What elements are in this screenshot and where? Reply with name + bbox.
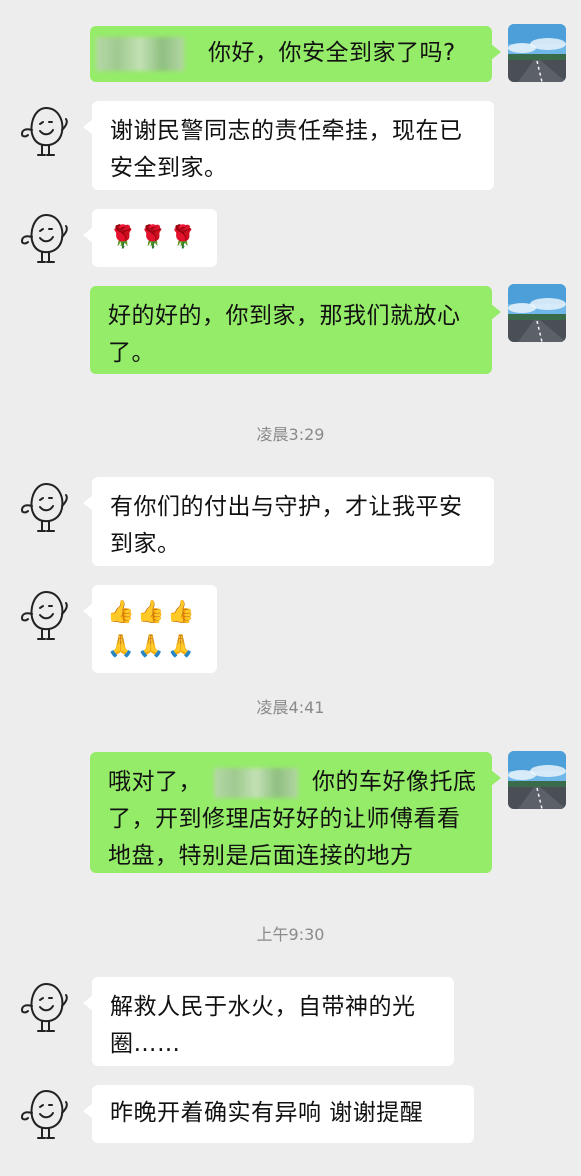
doodle-egg-avatar-icon [16, 207, 76, 267]
user-avatar[interactable] [508, 751, 566, 809]
user-avatar[interactable] [508, 24, 566, 82]
doodle-egg-avatar-icon [16, 1083, 76, 1143]
message-text-line: 圈…… [110, 1031, 181, 1057]
message-bubble-incoming[interactable]: 有你们的付出与守护，才让我平安 到家。 [83, 477, 494, 566]
road-landscape-avatar-icon [508, 751, 566, 809]
message-bubble-incoming[interactable]: 谢谢民警同志的责任牵挂，现在已 安全到家。 [83, 101, 494, 190]
contact-avatar[interactable] [16, 100, 76, 160]
message-text-line: 地盘，特别是后面连接的地方 [108, 843, 414, 869]
message-bubble-incoming[interactable]: 昨晚开着确实有异响 谢谢提醒 [83, 1085, 474, 1143]
blurred-name [214, 767, 298, 798]
folded-hands-emoji: 🙏 [137, 634, 165, 659]
blurred-name [96, 36, 184, 71]
folded-hands-emoji: 🙏 [107, 634, 135, 659]
message-bubble-outgoing[interactable]: 好的好的，你到家，那我们就放心 了。 [90, 286, 501, 374]
thumbs-up-emoji: 👍 [107, 600, 135, 625]
message-text-line: 到家。 [110, 531, 181, 557]
folded-hands-emoji: 🙏 [167, 634, 195, 659]
message-text: 你的车好像托底 [312, 769, 477, 795]
contact-avatar[interactable] [16, 1083, 76, 1143]
contact-avatar[interactable] [16, 976, 76, 1036]
thumbs-up-emoji: 👍 [167, 600, 195, 625]
message-text: 昨晚开着确实有异响 谢谢提醒 [110, 1100, 424, 1126]
message-bubble-incoming[interactable]: 解救人民于水火，自带神的光 圈…… [83, 977, 454, 1066]
message-bubble-outgoing[interactable]: 你好，你安全到家了吗? [90, 26, 501, 82]
message-text-line: 好的好的，你到家，那我们就放心 [108, 303, 461, 329]
doodle-egg-avatar-icon [16, 476, 76, 536]
message-text: 哦对了， [108, 769, 202, 795]
rose-emoji: 🌹 [109, 225, 137, 250]
timestamp: 凌晨3:29 [256, 425, 325, 444]
message-text-line: 谢谢民警同志的责任牵挂，现在已 [110, 118, 463, 144]
thumbs-up-emoji: 👍 [137, 600, 165, 625]
road-landscape-avatar-icon [508, 24, 566, 82]
message-text-line: 安全到家。 [110, 155, 228, 181]
doodle-egg-avatar-icon [16, 584, 76, 644]
rose-emoji: 🌹 [169, 225, 197, 250]
timestamp: 上午9:30 [256, 925, 325, 944]
message-text-line: 了。 [108, 340, 155, 366]
contact-avatar[interactable] [16, 476, 76, 536]
message-text: 你好，你安全到家了吗? [208, 40, 456, 66]
contact-avatar[interactable] [16, 207, 76, 267]
message-text-line: 有你们的付出与守护，才让我平安 [110, 494, 463, 520]
rose-emoji: 🌹 [139, 225, 167, 250]
doodle-egg-avatar-icon [16, 100, 76, 160]
message-text-line: 解救人民于水火，自带神的光 [110, 994, 416, 1020]
message-text-line: 哦对了， 你的车好像托底 [108, 764, 478, 801]
timestamp: 凌晨4:41 [256, 698, 325, 717]
message-bubble-outgoing[interactable]: 哦对了， 你的车好像托底 了，开到修理店好好的让师傅看看 地盘，特别是后面连接的地… [90, 752, 501, 873]
user-avatar[interactable] [508, 284, 566, 342]
road-landscape-avatar-icon [508, 284, 566, 342]
message-bubble-incoming[interactable]: 🌹🌹🌹 [83, 209, 217, 267]
doodle-egg-avatar-icon [16, 976, 76, 1036]
message-bubble-incoming[interactable]: 👍👍👍 🙏🙏🙏 [83, 585, 217, 673]
contact-avatar[interactable] [16, 584, 76, 644]
message-text-line: 了，开到修理店好好的让师傅看看 [108, 806, 461, 832]
